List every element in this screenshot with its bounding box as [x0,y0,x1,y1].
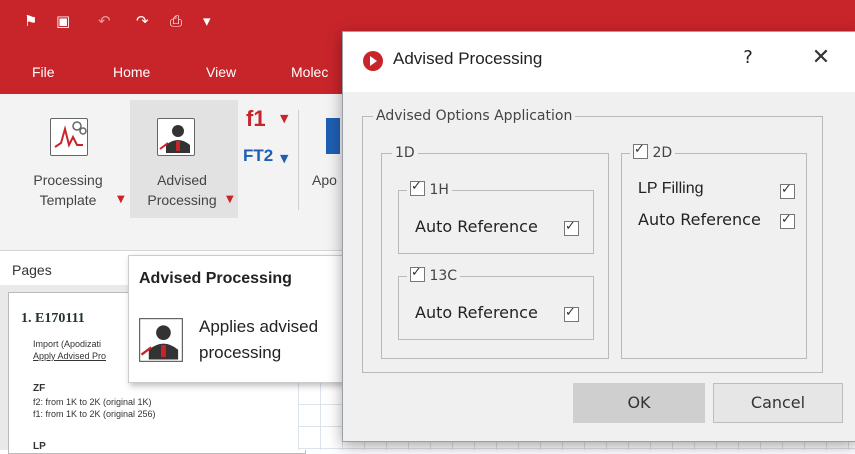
menu-view[interactable]: View [206,64,236,80]
tooltip-description: Applies advised processing [199,314,318,366]
advised-options-group: Advised Options Application 1D ✓ 1H Auto… [362,107,823,373]
group-13c-legend: ✓ 13C [407,265,461,285]
group-13c: ✓ 13C Auto Reference ✓ [398,265,594,340]
checkbox-13c-label: 13C [429,268,458,284]
apodization-label[interactable]: Apo [312,170,337,190]
ft2-dropdown-icon[interactable]: ▼ [280,152,288,165]
menu-molecule[interactable]: Molec [291,64,328,80]
pages-panel-label: Pages [12,262,52,278]
mnova-logo-icon [363,51,383,71]
processing-template-icon [50,118,88,156]
auto-reference-2d-label: Auto Reference [638,210,761,229]
advised-processing-icon [157,118,195,156]
ft2-button[interactable]: FT2 [243,146,273,166]
thumbnail-line: f1: from 1K to 2K (original 256) [33,409,156,419]
advised-processing-label: Advised Processing [147,172,217,208]
cancel-button[interactable]: Cancel [713,383,843,423]
print-icon[interactable]: ⎙ [170,12,182,30]
thumbnail-line: Apply Advised Pro [33,351,107,361]
group-1d: 1D ✓ 1H Auto Reference ✓ ✓ 13C Auto Refe… [381,144,609,359]
thumbnail-line: f2: from 1K to 2K (original 1K) [33,397,152,407]
group-title: Advised Options Application [373,107,576,125]
menu-file[interactable]: File [32,64,55,80]
quick-access-dropdown-icon[interactable]: ▾ [203,12,211,30]
checkbox-1h[interactable]: ✓ [410,179,425,196]
auto-reference-13c-label: Auto Reference [415,303,538,322]
thumbnail-lp-heading: LP [33,441,46,452]
auto-reference-2d-checkbox[interactable]: ✓ [780,212,795,229]
apodization-icon[interactable] [326,118,340,154]
checkbox-2d-label: 2D [652,145,673,161]
group-1d-label: 1D [392,144,418,162]
f1-dropdown-icon[interactable]: ▼ [280,112,288,125]
close-button[interactable]: ✕ [809,45,833,70]
f1-button[interactable]: f1 [246,106,266,132]
menu-home[interactable]: Home [113,64,150,80]
lp-filling-label: LP Filling [638,180,704,197]
auto-reference-1h-label: Auto Reference [415,217,538,236]
advised-processing-icon [139,318,183,362]
thumbnail-line: Import (Apodizati [33,339,102,349]
tooltip-line: Applies advised [199,317,319,336]
auto-reference-13c-checkbox[interactable]: ✓ [564,305,579,322]
tooltip-title: Advised Processing [139,270,292,287]
checkbox-2d[interactable]: ✓ [633,142,648,159]
auto-reference-1h-checkbox[interactable]: ✓ [564,219,579,236]
thumbnail-zf-heading: ZF [33,383,46,394]
ribbon-separator [298,110,299,210]
processing-template-label: Processing Template [33,172,103,208]
lp-filling-checkbox[interactable]: ✓ [780,182,795,199]
app-logo-icon: ⚑ [24,12,38,30]
group-1h: ✓ 1H Auto Reference ✓ [398,179,594,254]
advised-processing-tooltip: Advised Processing Applies advised proce… [128,255,344,383]
undo-icon[interactable]: ↶ [98,12,111,30]
tooltip-line: processing [199,343,282,362]
dialog-title: Advised Processing [393,49,543,68]
processing-template-dropdown-icon[interactable]: ▼ [117,194,125,205]
advised-processing-dialog: Advised Processing ? ✕ Advised Options A… [342,31,855,442]
dialog-header: Advised Processing ? ✕ [343,32,855,92]
group-1h-legend: ✓ 1H [407,179,452,199]
group-2d-legend: ✓ 2D [630,142,676,162]
help-button[interactable]: ? [738,47,758,68]
thumbnail-title: 1. E170111 [21,311,85,326]
group-2d: ✓ 2D LP Filling ✓ Auto Reference ✓ [621,142,807,359]
redo-icon[interactable]: ↷ [136,12,149,30]
checkbox-13c[interactable]: ✓ [410,265,425,282]
ok-button[interactable]: OK [573,383,705,423]
advised-processing-dropdown-icon[interactable]: ▼ [226,194,234,205]
save-icon[interactable]: ▣ [56,12,70,30]
checkbox-1h-label: 1H [429,182,449,198]
